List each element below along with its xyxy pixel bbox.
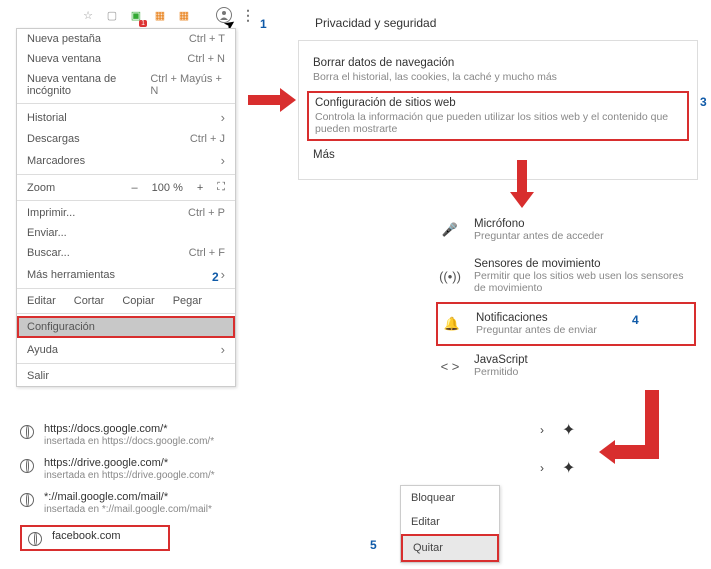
privacy-title: Privacidad y seguridad — [315, 16, 436, 30]
privacy-more[interactable]: Más — [313, 143, 683, 169]
privacy-card: Borrar datos de navegación Borra el hist… — [298, 40, 698, 180]
microphone-icon: 🎤 — [440, 222, 460, 238]
sites-list: https://docs.google.com/*insertada en ht… — [20, 423, 215, 561]
site-settings[interactable]: Configuración de sitios web Controla la … — [307, 91, 689, 141]
star-icon[interactable]: ☆ — [80, 7, 96, 23]
context-menu: Bloquear Editar Quitar — [400, 485, 500, 563]
menu-copy[interactable]: Copiar — [122, 295, 154, 307]
menu-exit[interactable]: Salir — [17, 366, 235, 386]
step-label-4: 4 — [632, 313, 639, 327]
menu-more-tools[interactable]: Más herramientas — [17, 263, 235, 286]
motion-icon: ((•)) — [440, 269, 460, 284]
site-row-facebook[interactable]: facebook.com — [20, 525, 170, 551]
menu-help[interactable]: Ayuda — [17, 338, 235, 361]
context-edit[interactable]: Editar — [401, 510, 499, 534]
chevron-right-icon: › — [540, 423, 544, 437]
fullscreen-icon[interactable]: ⛶ — [217, 181, 225, 194]
kebab-menu-icon[interactable]: ⋮ — [240, 7, 256, 23]
code-icon: < > — [440, 359, 460, 374]
menu-history[interactable]: Historial — [17, 106, 235, 129]
site-row-docs[interactable]: https://docs.google.com/*insertada en ht… — [20, 423, 215, 447]
menu-downloads[interactable]: DescargasCtrl + J — [17, 129, 235, 149]
shield-icon[interactable]: ▣1 — [128, 7, 144, 23]
globe-icon — [20, 459, 34, 473]
chrome-menu: Nueva pestañaCtrl + T Nueva ventanaCtrl … — [16, 28, 236, 387]
site-permission-buttons: › ✦ › ✦ — [540, 420, 575, 496]
chevron-right-icon: › — [540, 461, 544, 475]
menu-send[interactable]: Enviar... — [17, 223, 235, 243]
site-row-drive[interactable]: https://drive.google.com/*insertada en h… — [20, 457, 215, 481]
menu-incognito[interactable]: Nueva ventana de incógnitoCtrl + Mayús +… — [17, 69, 235, 101]
menu-bookmarks[interactable]: Marcadores — [17, 149, 235, 172]
menu-cut[interactable]: Cortar — [74, 295, 105, 307]
menu-zoom: Zoom – 100 % + ⛶ — [17, 177, 235, 198]
cube-icon[interactable]: ▢ — [104, 7, 120, 23]
globe-icon — [28, 532, 42, 546]
zoom-level: 100 % — [152, 182, 183, 194]
menu-settings[interactable]: Configuración — [17, 316, 235, 338]
note2-icon[interactable]: ▦ — [176, 7, 192, 23]
puzzle-icon[interactable]: ✦ — [562, 420, 575, 440]
clear-browsing-data[interactable]: Borrar datos de navegación Borra el hist… — [313, 51, 683, 89]
context-remove[interactable]: Quitar — [401, 534, 499, 562]
step-label-3: 3 — [700, 95, 707, 109]
permission-microphone[interactable]: 🎤 MicrófonoPreguntar antes de acceder — [436, 210, 696, 250]
permission-javascript[interactable]: < > JavaScriptPermitido — [436, 346, 696, 386]
zoom-in-button[interactable]: + — [197, 182, 203, 194]
step-label-5: 5 — [370, 538, 377, 552]
menu-new-window[interactable]: Nueva ventanaCtrl + N — [17, 49, 235, 69]
permission-motion[interactable]: ((•)) Sensores de movimientoPermitir que… — [436, 250, 696, 302]
bell-icon: 🔔 — [442, 316, 462, 332]
note-icon[interactable]: ▦ — [152, 7, 168, 23]
menu-edit-row: Editar Cortar Copiar Pegar — [17, 291, 235, 311]
menu-find[interactable]: Buscar...Ctrl + F — [17, 243, 235, 263]
zoom-out-button[interactable]: – — [132, 182, 138, 194]
permissions-list: 🎤 MicrófonoPreguntar antes de acceder ((… — [436, 210, 696, 386]
puzzle-icon[interactable]: ✦ — [562, 458, 575, 478]
menu-new-tab[interactable]: Nueva pestañaCtrl + T — [17, 29, 235, 49]
menu-print[interactable]: Imprimir...Ctrl + P — [17, 203, 235, 223]
site-row-mail[interactable]: *://mail.google.com/mail/*insertada en *… — [20, 491, 215, 515]
permission-notifications[interactable]: 🔔 NotificacionesPreguntar antes de envia… — [436, 302, 696, 346]
globe-icon — [20, 493, 34, 507]
step-label-2: 2 — [212, 270, 219, 284]
step-label-1: 1 — [260, 17, 267, 31]
context-block[interactable]: Bloquear — [401, 486, 499, 510]
globe-icon — [20, 425, 34, 439]
menu-paste[interactable]: Pegar — [173, 295, 202, 307]
